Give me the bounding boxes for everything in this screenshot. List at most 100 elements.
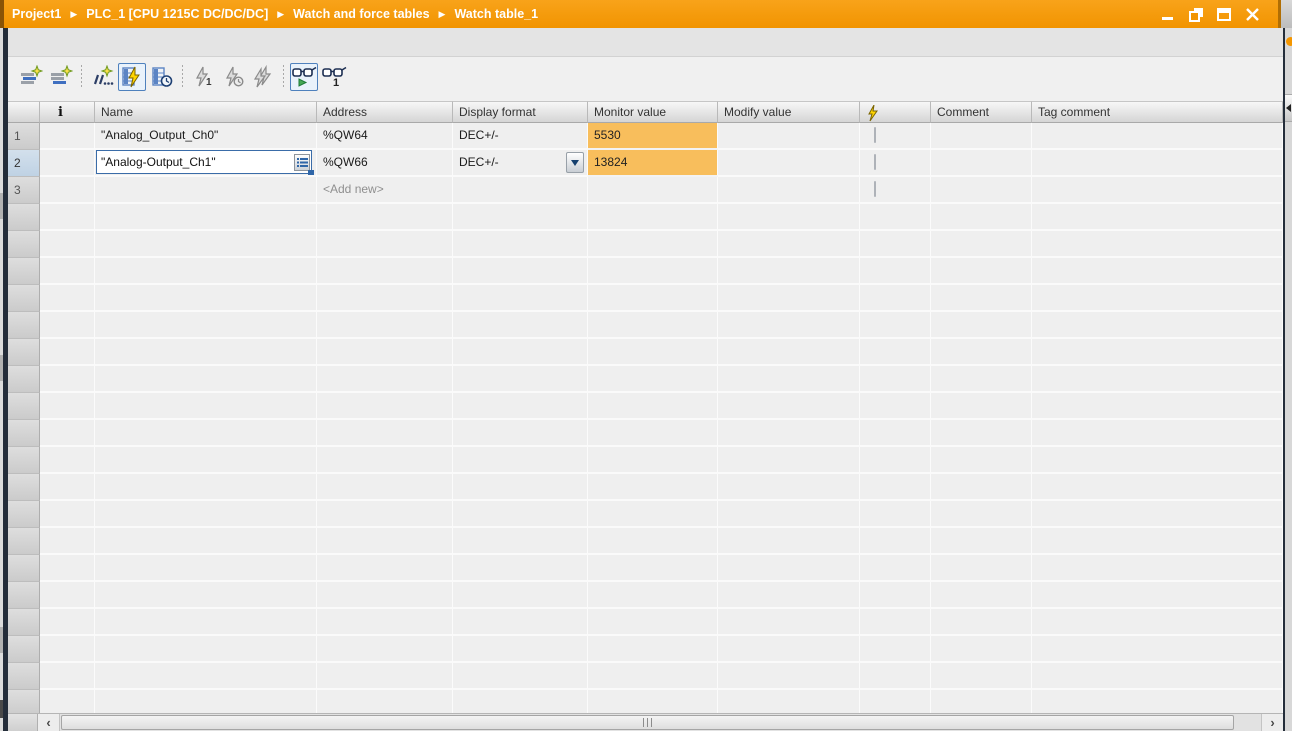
cell-name[interactable] xyxy=(95,501,317,528)
cell-address[interactable] xyxy=(317,609,453,636)
empty-table-row[interactable] xyxy=(8,582,1283,609)
cell-address[interactable]: %QW64 xyxy=(317,123,453,150)
table-row[interactable]: 3 <Add new> xyxy=(8,177,1283,204)
cell-address[interactable] xyxy=(317,690,453,713)
modify-once-button[interactable]: 1 xyxy=(189,63,217,91)
cell-modify-value[interactable] xyxy=(718,150,860,177)
cell-name[interactable] xyxy=(95,636,317,663)
scroll-left-button[interactable]: ‹ xyxy=(38,714,60,731)
monitor-once-button[interactable] xyxy=(148,63,176,91)
header-address[interactable]: Address xyxy=(317,101,453,123)
insert-row-button[interactable] xyxy=(17,63,45,91)
scrollbar-track[interactable] xyxy=(60,714,1261,731)
restore-button[interactable] xyxy=(1188,6,1204,22)
empty-table-row[interactable] xyxy=(8,501,1283,528)
tag-picker-button[interactable] xyxy=(294,153,310,171)
cell-address[interactable] xyxy=(317,474,453,501)
header-modify-trigger[interactable] xyxy=(860,101,931,123)
breadcrumb-watch-force-tables[interactable]: Watch and force tables xyxy=(293,7,429,21)
table-row[interactable]: 1 "Analog_Output_Ch0" %QW64 DEC+/- 5530 xyxy=(8,123,1283,150)
maximize-button[interactable] xyxy=(1216,6,1232,22)
modify-all-button[interactable] xyxy=(249,63,277,91)
show-force-columns-button[interactable]: 1 xyxy=(320,63,348,91)
cell-address[interactable] xyxy=(317,582,453,609)
cell-tag-comment[interactable] xyxy=(1032,123,1283,150)
empty-table-row[interactable] xyxy=(8,690,1283,713)
cell-name[interactable] xyxy=(95,555,317,582)
cell-address[interactable] xyxy=(317,393,453,420)
cell-name[interactable]: "Analog-Output_Ch1" xyxy=(95,150,317,177)
cell-address[interactable] xyxy=(317,204,453,231)
empty-table-row[interactable] xyxy=(8,663,1283,690)
add-row-button[interactable] xyxy=(47,63,75,91)
empty-table-row[interactable] xyxy=(8,609,1283,636)
cell-address[interactable] xyxy=(317,420,453,447)
header-monitor-value[interactable]: Monitor value xyxy=(588,101,718,123)
empty-table-row[interactable] xyxy=(8,312,1283,339)
cell-name[interactable] xyxy=(95,366,317,393)
cell-address[interactable] xyxy=(317,555,453,582)
cell-address[interactable] xyxy=(317,447,453,474)
header-modify-value[interactable]: Modify value xyxy=(718,101,860,123)
modify-trigger-checkbox[interactable] xyxy=(874,181,876,197)
empty-table-row[interactable] xyxy=(8,339,1283,366)
cell-name[interactable] xyxy=(95,528,317,555)
cell-comment[interactable] xyxy=(931,150,1032,177)
empty-table-row[interactable] xyxy=(8,366,1283,393)
cell-display-format[interactable]: DEC+/- xyxy=(453,123,588,150)
breadcrumb-watch-table[interactable]: Watch table_1 xyxy=(454,7,538,21)
scrollbar-thumb[interactable] xyxy=(61,715,1234,730)
empty-table-row[interactable] xyxy=(8,528,1283,555)
cell-name[interactable] xyxy=(95,582,317,609)
cell-name[interactable] xyxy=(95,393,317,420)
row-number[interactable]: 2 xyxy=(8,150,40,177)
cell-address[interactable] xyxy=(317,366,453,393)
show-expanded-mode-button[interactable] xyxy=(290,63,318,91)
cell-name[interactable] xyxy=(95,420,317,447)
cell-name[interactable] xyxy=(95,204,317,231)
cell-comment[interactable] xyxy=(931,177,1032,204)
cell-name[interactable] xyxy=(95,231,317,258)
modify-with-trigger-button[interactable] xyxy=(219,63,247,91)
breadcrumb-project[interactable]: Project1 xyxy=(12,7,61,21)
close-button[interactable] xyxy=(1244,6,1260,22)
empty-table-row[interactable] xyxy=(8,636,1283,663)
cell-address[interactable]: %QW66 xyxy=(317,150,453,177)
header-tag-comment[interactable]: Tag comment xyxy=(1032,101,1283,123)
insert-multiple-rows-button[interactable] xyxy=(88,63,116,91)
empty-table-row[interactable] xyxy=(8,204,1283,231)
cell-display-format[interactable]: DEC+/- xyxy=(453,150,588,177)
cell-address[interactable] xyxy=(317,339,453,366)
cell-name[interactable] xyxy=(95,609,317,636)
table-row[interactable]: 2 "Analog-Output_Ch1" %QW66 DEC+/- 13824 xyxy=(8,150,1283,177)
cell-display-format[interactable] xyxy=(453,177,588,204)
cell-address[interactable] xyxy=(317,312,453,339)
cell-modify-value[interactable] xyxy=(718,123,860,150)
cell-tag-comment[interactable] xyxy=(1032,150,1283,177)
cell-address[interactable] xyxy=(317,285,453,312)
empty-table-row[interactable] xyxy=(8,393,1283,420)
name-edit-field[interactable]: "Analog-Output_Ch1" xyxy=(96,150,312,174)
cell-address[interactable] xyxy=(317,231,453,258)
cell-name[interactable] xyxy=(95,312,317,339)
monitor-all-button[interactable] xyxy=(118,63,146,91)
row-number[interactable]: 3 xyxy=(8,177,40,204)
header-info[interactable]: i xyxy=(40,101,95,123)
empty-table-row[interactable] xyxy=(8,555,1283,582)
cell-address-add-new[interactable]: <Add new> xyxy=(317,177,453,204)
empty-table-row[interactable] xyxy=(8,285,1283,312)
modify-trigger-checkbox[interactable] xyxy=(874,127,876,143)
display-format-dropdown-button[interactable] xyxy=(566,152,584,173)
header-name[interactable]: Name xyxy=(95,101,317,123)
cell-modify-value[interactable] xyxy=(718,177,860,204)
cell-address[interactable] xyxy=(317,501,453,528)
cell-tag-comment[interactable] xyxy=(1032,177,1283,204)
empty-table-row[interactable] xyxy=(8,231,1283,258)
cell-address[interactable] xyxy=(317,258,453,285)
cell-name[interactable] xyxy=(95,690,317,713)
cell-name[interactable] xyxy=(95,177,317,204)
empty-table-row[interactable] xyxy=(8,474,1283,501)
cell-name[interactable] xyxy=(95,339,317,366)
breadcrumb-plc[interactable]: PLC_1 [CPU 1215C DC/DC/DC] xyxy=(86,7,268,21)
cell-address[interactable] xyxy=(317,663,453,690)
